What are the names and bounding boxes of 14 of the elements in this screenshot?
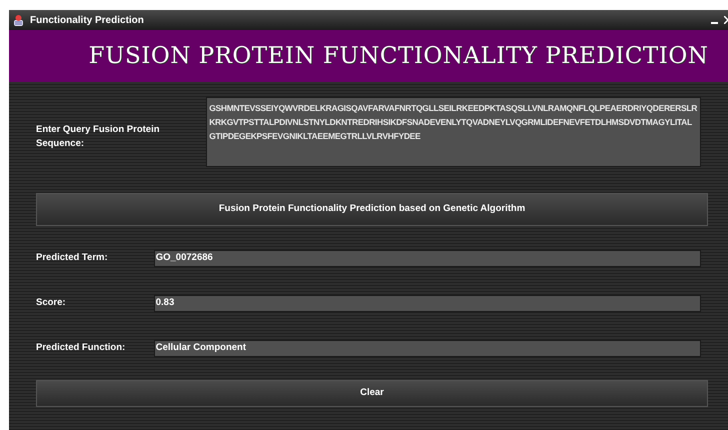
sequence-field[interactable]: GSHMNTEVSSEIYQWVRDELKRAGISQAVFARVAFNRTQGLLSEILRKEEDPKTASQSLLVNLRAMQNFLQLPEAERDRIYQDERERSLRKRKGVTPSTTALPDIVNLSTNYLDKNTREDRIHSIKDFSNADEVENLYTQVADNEYLVQGRMLIDEFNEVFETDLHMSDVDTMAGYLITALGTIPDEGEKPSFEVGNIKLTAEEMEGTRLLVLRVHFYDEE xyxy=(206,97,701,167)
result-field[interactable]: GO_0072686 xyxy=(154,250,701,267)
field-label: Predicted Term: xyxy=(36,251,109,266)
result-field[interactable]: 0.83 xyxy=(154,295,701,312)
banner-title: FUSION PROTEIN FUNCTIONALITY PREDICTION xyxy=(88,42,708,71)
result-field[interactable]: Cellular Component xyxy=(154,340,701,357)
field-label: Predicted Function: xyxy=(36,341,126,356)
prediction-button[interactable]: Fusion Protein Functionality Prediction based on Genetic Algorithm xyxy=(36,193,708,226)
clear-button[interactable]: Clear xyxy=(36,380,708,407)
app-icon xyxy=(13,14,24,26)
window-title: Functionality Prediction xyxy=(30,14,144,28)
field-label: Score: xyxy=(36,296,67,310)
field-label: Enter Query Fusion Protein Sequence: xyxy=(36,122,161,151)
minimize-icon[interactable] xyxy=(711,22,718,24)
